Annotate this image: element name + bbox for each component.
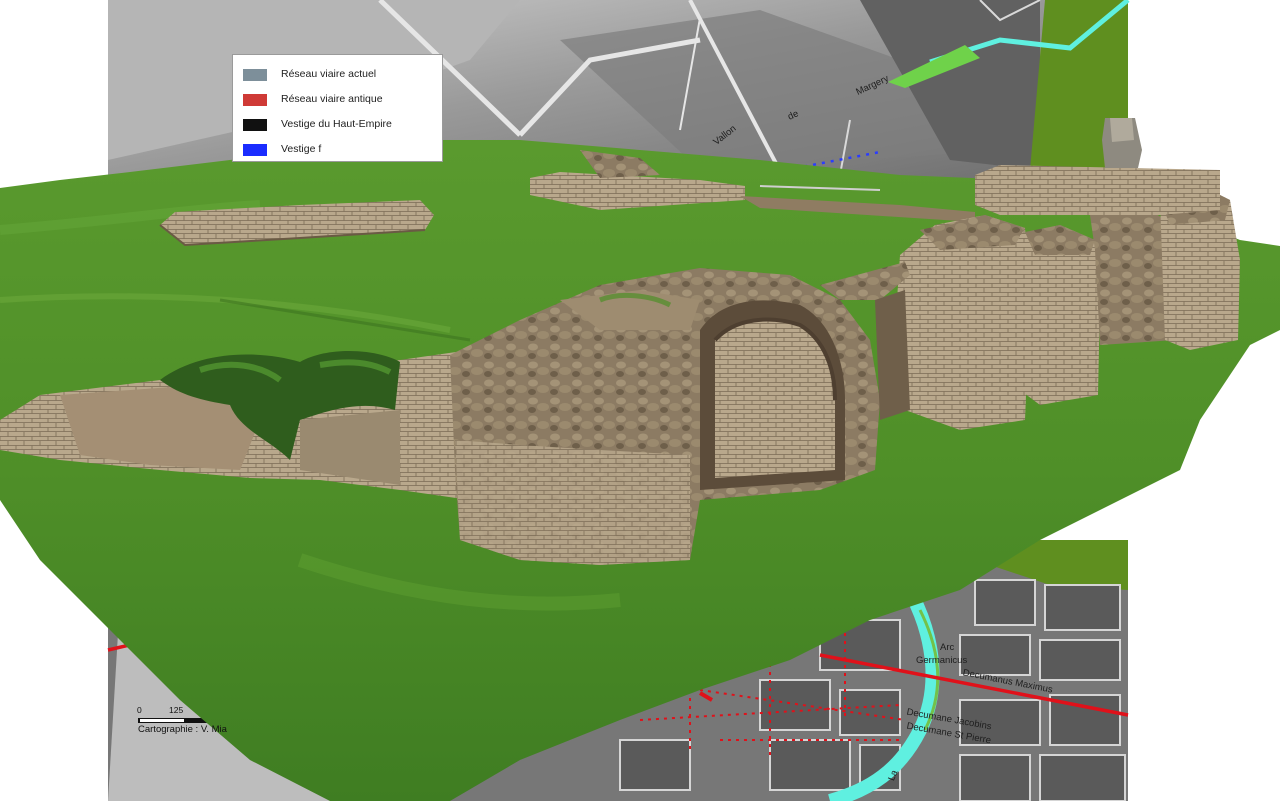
map-label-arc: Arc — [940, 642, 955, 653]
legend-label: Réseau viaire antique — [281, 93, 383, 105]
pillar-2 — [1020, 225, 1100, 405]
scale-label-zero: 0 — [137, 705, 142, 715]
ruins-scene — [0, 0, 1280, 801]
map-credit: Cartographie : V. Mia — [138, 724, 227, 735]
legend-swatch — [243, 144, 267, 156]
map-label-germanicus: Germanicus — [916, 655, 968, 666]
legend-label: Vestige f — [281, 143, 322, 155]
scale-label-125: 125 — [169, 705, 184, 715]
legend-label: Vestige du Haut-Empire — [281, 118, 392, 130]
legend-swatch — [243, 69, 267, 81]
legend-label: Réseau viaire actuel — [281, 68, 377, 80]
pillar-1 — [895, 215, 1030, 430]
legend-swatch — [243, 119, 267, 131]
legend-swatch — [243, 94, 267, 106]
map-legend: Réseau viaire actuel Réseau viaire antiq… — [232, 54, 443, 162]
